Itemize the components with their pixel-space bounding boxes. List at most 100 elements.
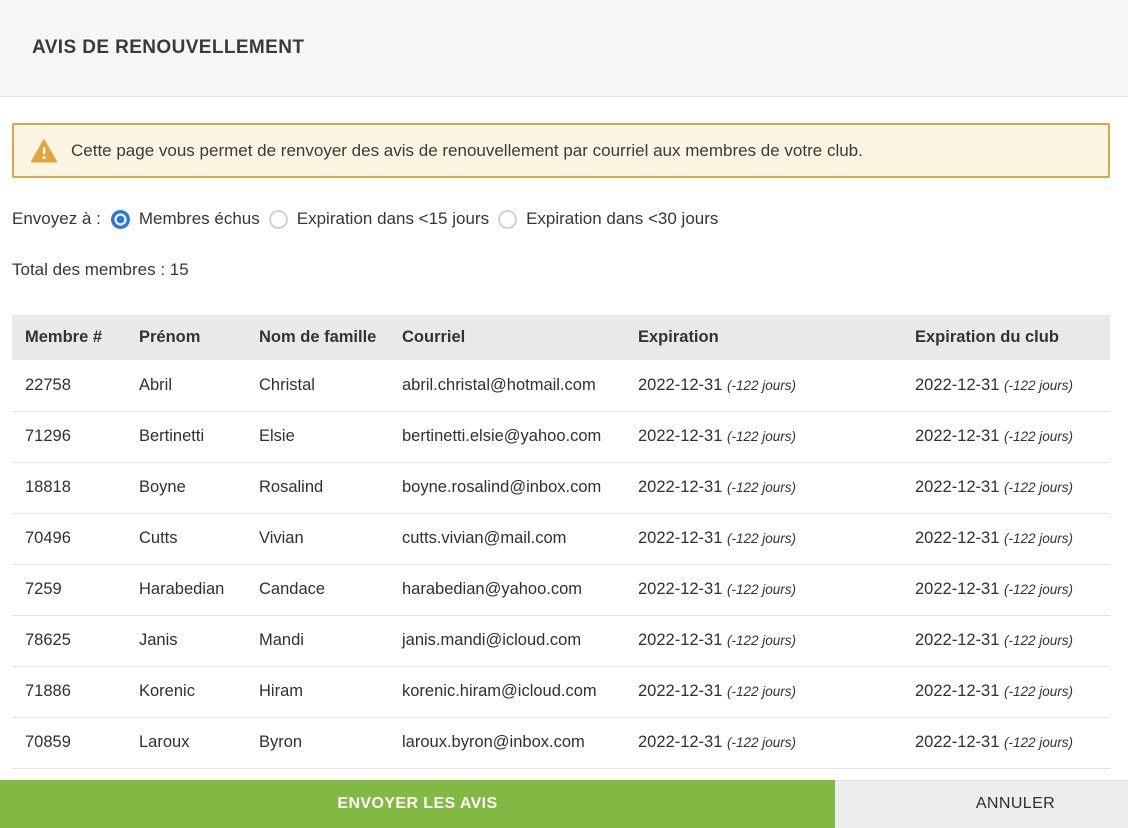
cell-email: cutts.vivian@mail.com — [389, 513, 625, 564]
club-expiration-note: (-122 jours) — [1004, 684, 1073, 699]
column-header-club-expiration: Expiration du club — [902, 315, 1110, 360]
column-header-last-name: Nom de famille — [246, 315, 389, 360]
expiration-note: (-122 jours) — [727, 480, 796, 495]
warning-banner: Cette page vous permet de renvoyer des a… — [12, 123, 1110, 178]
cell-expiration: 2022-12-31 (-122 jours) — [625, 717, 902, 768]
warning-text: Cette page vous permet de renvoyer des a… — [71, 141, 863, 161]
cell-first-name: Bertinetti — [126, 411, 246, 462]
warning-triangle-icon — [31, 139, 57, 163]
club-expiration-note: (-122 jours) — [1004, 480, 1073, 495]
cell-first-name: Laroux — [126, 717, 246, 768]
club-expiration-note: (-122 jours) — [1004, 531, 1073, 546]
cell-member-id: 18818 — [12, 462, 126, 513]
send-to-row: Envoyez à : Membres échus Expiration dan… — [12, 209, 1110, 229]
radio-expiration-15-jours[interactable]: Expiration dans <15 jours — [269, 209, 489, 229]
cell-member-id: 78625 — [12, 615, 126, 666]
cell-last-name: Byron — [246, 717, 389, 768]
cell-email: bertinetti.elsie@yahoo.com — [389, 411, 625, 462]
cell-member-id: 71886 — [12, 666, 126, 717]
cell-expiration: 2022-12-31 (-122 jours) — [625, 666, 902, 717]
cell-expiration: 2022-12-31 (-122 jours) — [625, 564, 902, 615]
table-row: 70496 Cutts Vivian cutts.vivian@mail.com… — [12, 513, 1110, 564]
cell-expiration: 2022-12-31 (-122 jours) — [625, 360, 902, 411]
cell-last-name: Christal — [246, 360, 389, 411]
send-notices-button[interactable]: ENVOYER LES AVIS — [0, 780, 835, 828]
club-expiration-note: (-122 jours) — [1004, 582, 1073, 597]
expiration-note: (-122 jours) — [727, 429, 796, 444]
member-table-body: 22758 Abril Christal abril.christal@hotm… — [12, 360, 1110, 768]
cell-expiration: 2022-12-31 (-122 jours) — [625, 615, 902, 666]
cell-first-name: Boyne — [126, 462, 246, 513]
radio-label: Membres échus — [139, 209, 260, 229]
cell-member-id: 71296 — [12, 411, 126, 462]
cell-club-expiration: 2022-12-31 (-122 jours) — [902, 411, 1110, 462]
cell-last-name: Candace — [246, 564, 389, 615]
cell-club-expiration: 2022-12-31 (-122 jours) — [902, 462, 1110, 513]
cell-first-name: Korenic — [126, 666, 246, 717]
cell-first-name: Cutts — [126, 513, 246, 564]
table-header-row: Membre # Prénom Nom de famille Courriel … — [12, 315, 1110, 360]
cell-last-name: Hiram — [246, 666, 389, 717]
content: Cette page vous permet de renvoyer des a… — [0, 97, 1128, 769]
table-row: 78625 Janis Mandi janis.mandi@icloud.com… — [12, 615, 1110, 666]
cell-member-id: 7259 — [12, 564, 126, 615]
expiration-note: (-122 jours) — [727, 684, 796, 699]
cell-expiration: 2022-12-31 (-122 jours) — [625, 411, 902, 462]
radio-membres-echus[interactable]: Membres échus — [111, 209, 260, 229]
cell-first-name: Janis — [126, 615, 246, 666]
radio-expiration-30-jours[interactable]: Expiration dans <30 jours — [498, 209, 718, 229]
radio-label: Expiration dans <30 jours — [526, 209, 718, 229]
column-header-first-name: Prénom — [126, 315, 246, 360]
cell-expiration: 2022-12-31 (-122 jours) — [625, 513, 902, 564]
table-row: 71886 Korenic Hiram korenic.hiram@icloud… — [12, 666, 1110, 717]
action-bar: ENVOYER LES AVIS ANNULER — [0, 780, 1128, 828]
cell-club-expiration: 2022-12-31 (-122 jours) — [902, 513, 1110, 564]
expiration-note: (-122 jours) — [727, 735, 796, 750]
column-header-member-id: Membre # — [12, 315, 126, 360]
cell-email: harabedian@yahoo.com — [389, 564, 625, 615]
cancel-button[interactable]: ANNULER — [903, 780, 1128, 828]
cell-email: korenic.hiram@icloud.com — [389, 666, 625, 717]
cell-expiration: 2022-12-31 (-122 jours) — [625, 462, 902, 513]
cell-club-expiration: 2022-12-31 (-122 jours) — [902, 666, 1110, 717]
cell-last-name: Elsie — [246, 411, 389, 462]
expiration-note: (-122 jours) — [727, 633, 796, 648]
cell-last-name: Rosalind — [246, 462, 389, 513]
expiration-note: (-122 jours) — [727, 378, 796, 393]
cell-club-expiration: 2022-12-31 (-122 jours) — [902, 564, 1110, 615]
member-table: Membre # Prénom Nom de famille Courriel … — [12, 315, 1110, 769]
cell-club-expiration: 2022-12-31 (-122 jours) — [902, 615, 1110, 666]
cell-member-id: 70496 — [12, 513, 126, 564]
total-members: Total des membres : 15 — [12, 260, 1110, 280]
table-row: 70859 Laroux Byron laroux.byron@inbox.co… — [12, 717, 1110, 768]
cell-last-name: Vivian — [246, 513, 389, 564]
cell-email: boyne.rosalind@inbox.com — [389, 462, 625, 513]
send-to-label: Envoyez à : — [12, 209, 101, 229]
cell-last-name: Mandi — [246, 615, 389, 666]
expiration-note: (-122 jours) — [727, 582, 796, 597]
column-header-expiration: Expiration — [625, 315, 902, 360]
radio-icon — [111, 210, 130, 229]
radio-label: Expiration dans <15 jours — [297, 209, 489, 229]
radio-icon — [498, 210, 517, 229]
cell-first-name: Abril — [126, 360, 246, 411]
table-row: 71296 Bertinetti Elsie bertinetti.elsie@… — [12, 411, 1110, 462]
table-row: 18818 Boyne Rosalind boyne.rosalind@inbo… — [12, 462, 1110, 513]
page-title: AVIS DE RENOUVELLEMENT — [32, 37, 304, 59]
cell-member-id: 22758 — [12, 360, 126, 411]
expiration-note: (-122 jours) — [727, 531, 796, 546]
cell-club-expiration: 2022-12-31 (-122 jours) — [902, 360, 1110, 411]
cell-email: laroux.byron@inbox.com — [389, 717, 625, 768]
radio-icon — [269, 210, 288, 229]
club-expiration-note: (-122 jours) — [1004, 735, 1073, 750]
cell-member-id: 70859 — [12, 717, 126, 768]
cell-club-expiration: 2022-12-31 (-122 jours) — [902, 717, 1110, 768]
page-header: AVIS DE RENOUVELLEMENT — [0, 0, 1128, 97]
cell-email: abril.christal@hotmail.com — [389, 360, 625, 411]
club-expiration-note: (-122 jours) — [1004, 633, 1073, 648]
column-header-email: Courriel — [389, 315, 625, 360]
table-row: 22758 Abril Christal abril.christal@hotm… — [12, 360, 1110, 411]
table-row: 7259 Harabedian Candace harabedian@yahoo… — [12, 564, 1110, 615]
club-expiration-note: (-122 jours) — [1004, 378, 1073, 393]
cell-email: janis.mandi@icloud.com — [389, 615, 625, 666]
